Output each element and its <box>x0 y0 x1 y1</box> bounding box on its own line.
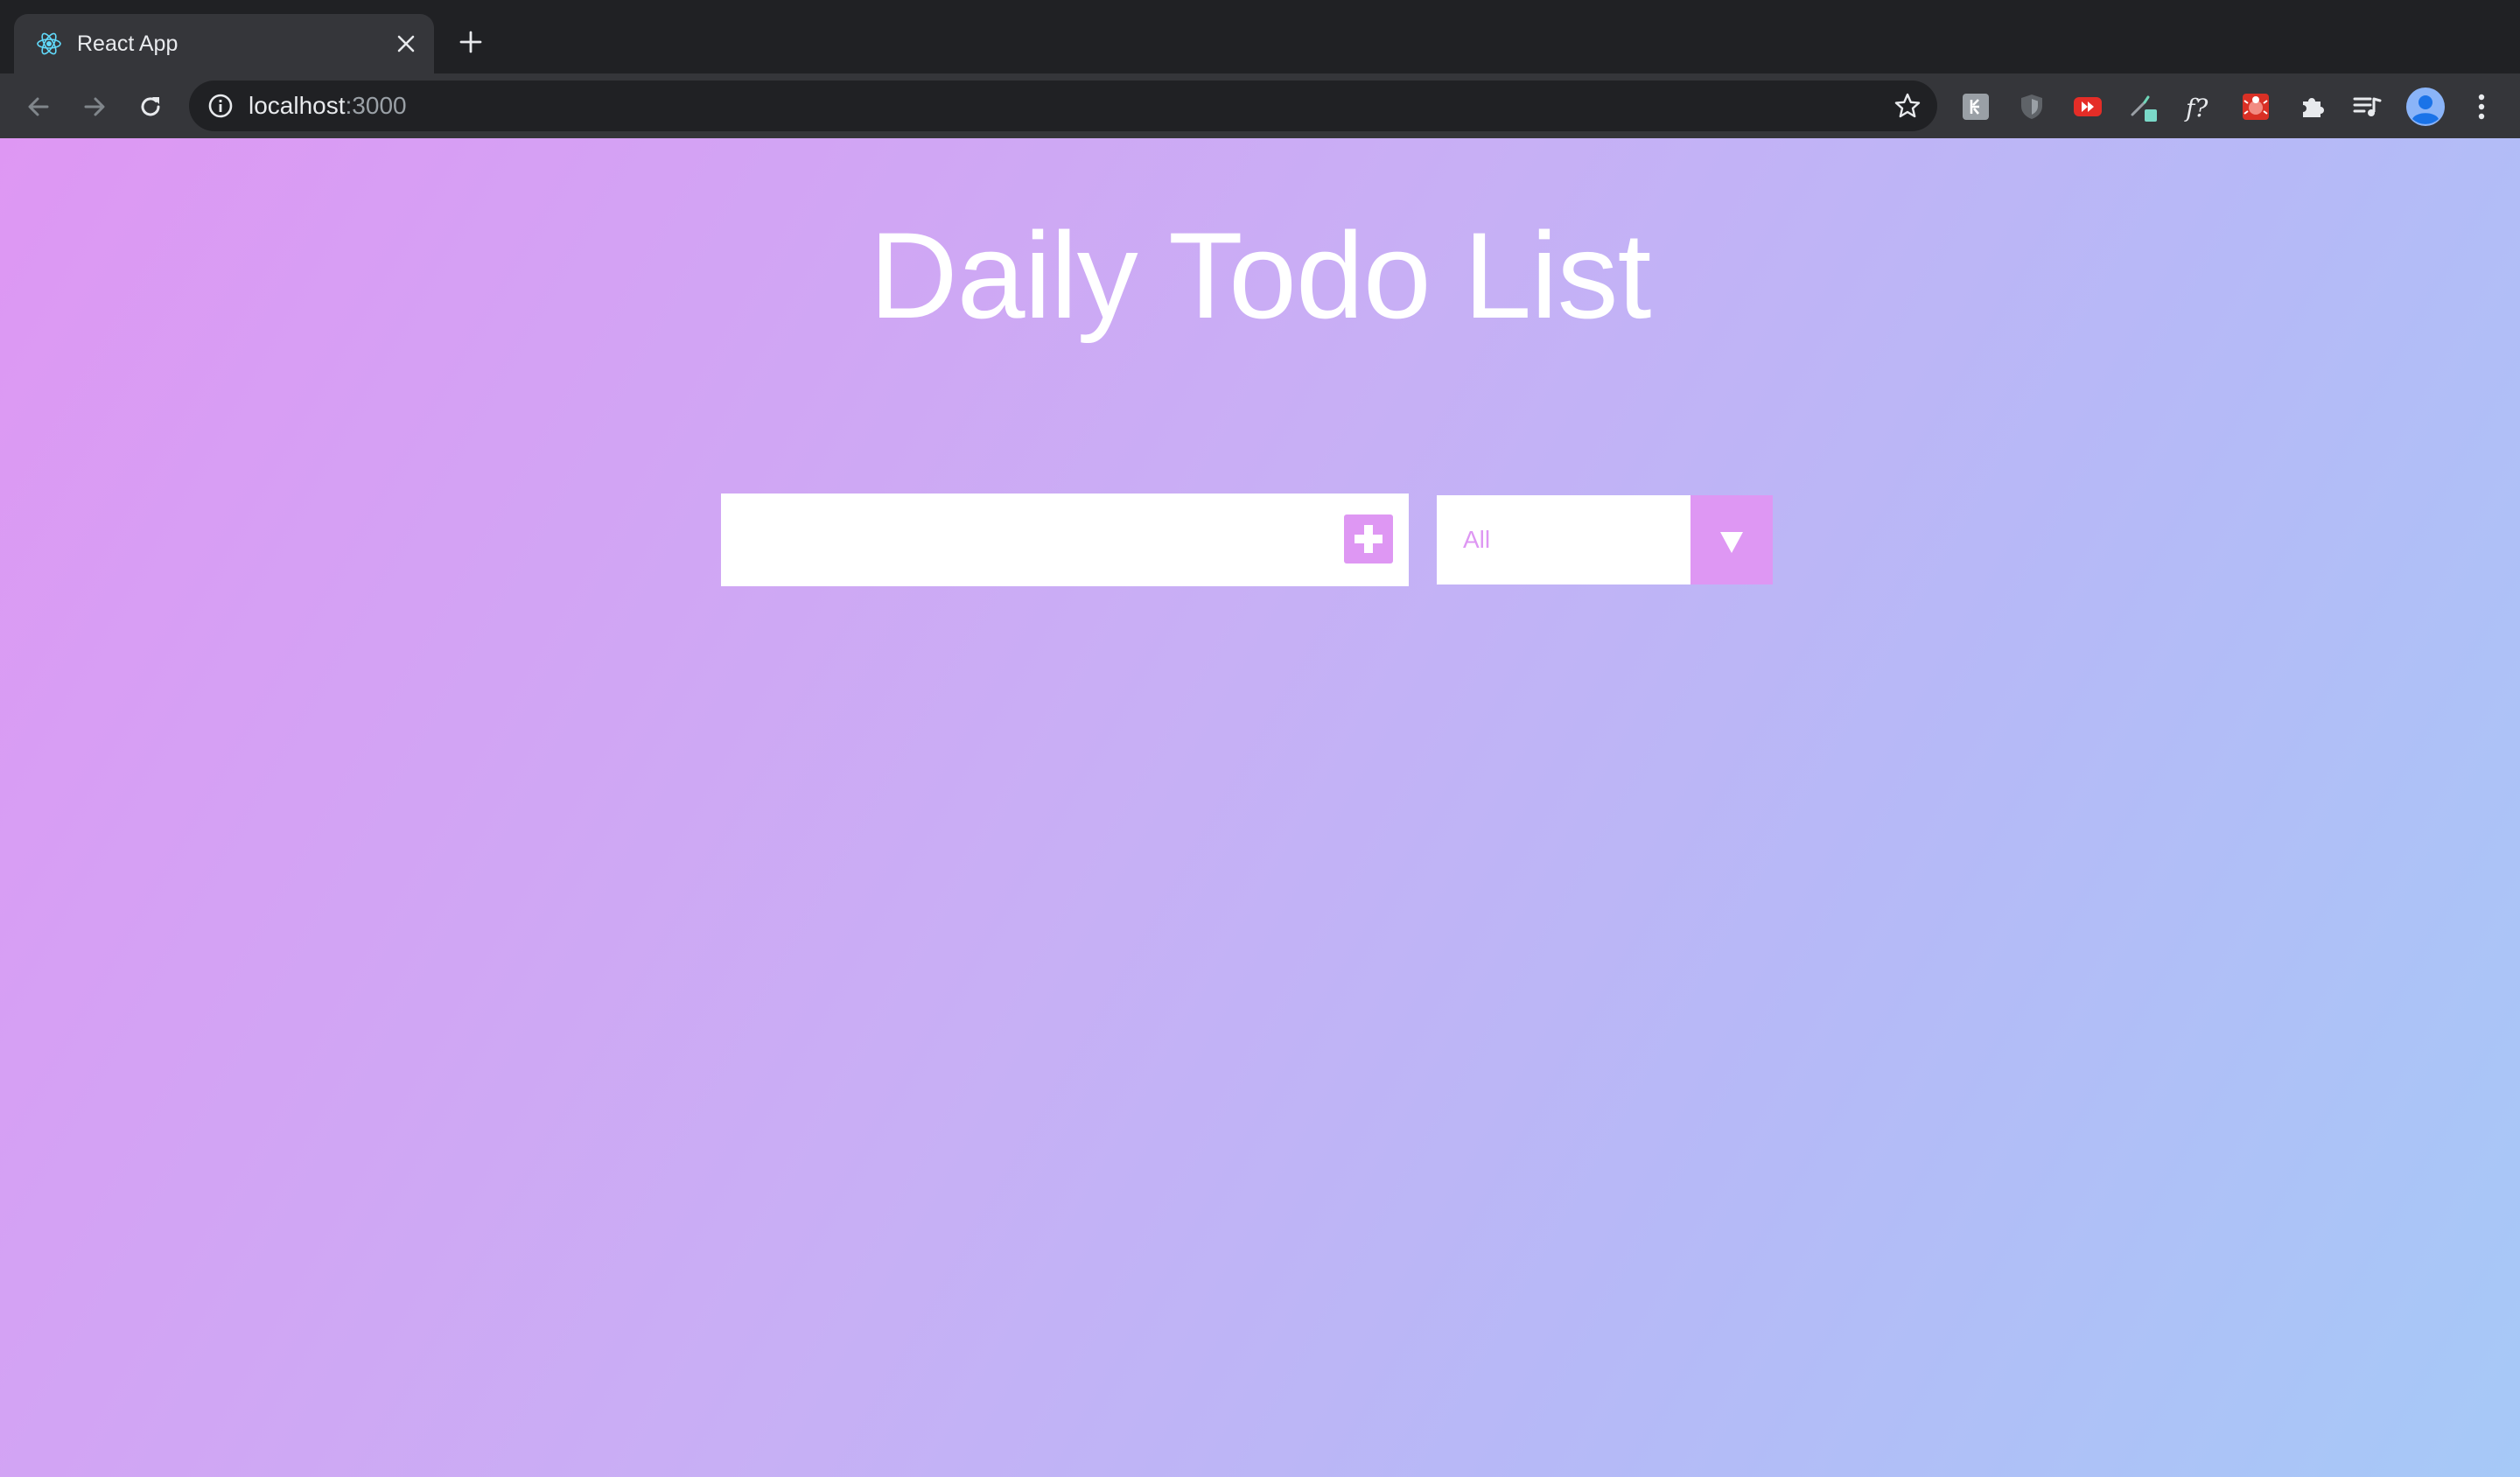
plus-icon <box>459 31 482 53</box>
arrow-right-icon <box>84 97 105 116</box>
back-button[interactable] <box>19 88 58 126</box>
todo-form <box>721 494 1409 586</box>
youtube-glyph <box>2074 97 2102 116</box>
bug-glyph <box>2243 94 2269 120</box>
reload-icon <box>141 97 160 116</box>
plus-square-icon-bar <box>1354 535 1382 543</box>
kebab-menu-icon[interactable] <box>2466 91 2497 122</box>
kebab-glyph <box>2478 94 2485 120</box>
star-icon[interactable] <box>1894 92 1922 120</box>
tab-close-button[interactable] <box>388 26 424 61</box>
grammarly-glyph <box>1963 94 1989 120</box>
reload-button[interactable] <box>131 88 170 126</box>
font-finder-glyph: f? <box>2184 94 2208 122</box>
close-icon <box>397 35 415 52</box>
shield-icon[interactable] <box>2016 91 2048 122</box>
react-logo-icon <box>37 32 61 55</box>
filter-select[interactable]: All <box>1437 495 1773 584</box>
eyedropper-icon[interactable] <box>2128 91 2160 122</box>
puzzle-icon[interactable] <box>2296 91 2328 122</box>
profile-avatar-icon[interactable] <box>2406 88 2445 126</box>
page-viewport: Daily Todo List All <box>0 138 2520 1477</box>
avatar-glyph <box>2406 88 2445 126</box>
url-host: localhost <box>248 92 346 119</box>
url-text: localhost:3000 <box>248 92 407 120</box>
address-bar[interactable]: localhost:3000 <box>189 80 1937 131</box>
browser-toolbar: localhost:3000 f? <box>0 74 2520 138</box>
url-port: :3000 <box>345 92 407 119</box>
tab-strip: React App <box>0 0 2520 74</box>
shield-glyph <box>2021 94 2042 119</box>
puzzle-glyph <box>2303 98 2324 117</box>
media-queue-glyph <box>2353 97 2382 116</box>
info-icon[interactable] <box>206 92 234 120</box>
tab-react-app[interactable]: React App <box>14 14 434 74</box>
bug-icon[interactable] <box>2240 91 2272 122</box>
svg-text:f?: f? <box>2184 94 2208 122</box>
add-todo-button[interactable] <box>1344 514 1393 564</box>
grammarly-icon[interactable] <box>1960 91 1992 122</box>
browser-window: React App localhost:3000 f? Daily Todo L… <box>0 0 2520 1477</box>
tab-title: React App <box>77 32 178 56</box>
font-finder-icon[interactable]: f? <box>2184 91 2216 122</box>
eyedropper-glyph <box>2131 95 2157 122</box>
todo-input[interactable] <box>721 494 1334 586</box>
triangle-down-icon <box>1720 532 1743 553</box>
page-title: Daily Todo List <box>869 206 1652 344</box>
media-queue-icon[interactable] <box>2352 91 2384 122</box>
youtube-fastforward-icon[interactable] <box>2072 91 2104 122</box>
new-tab-button[interactable] <box>453 24 488 60</box>
filter-dropdown-button[interactable] <box>1690 495 1773 584</box>
filter-selected-value: All <box>1463 526 1491 553</box>
arrow-left-icon <box>28 97 49 116</box>
forward-button[interactable] <box>75 88 114 126</box>
